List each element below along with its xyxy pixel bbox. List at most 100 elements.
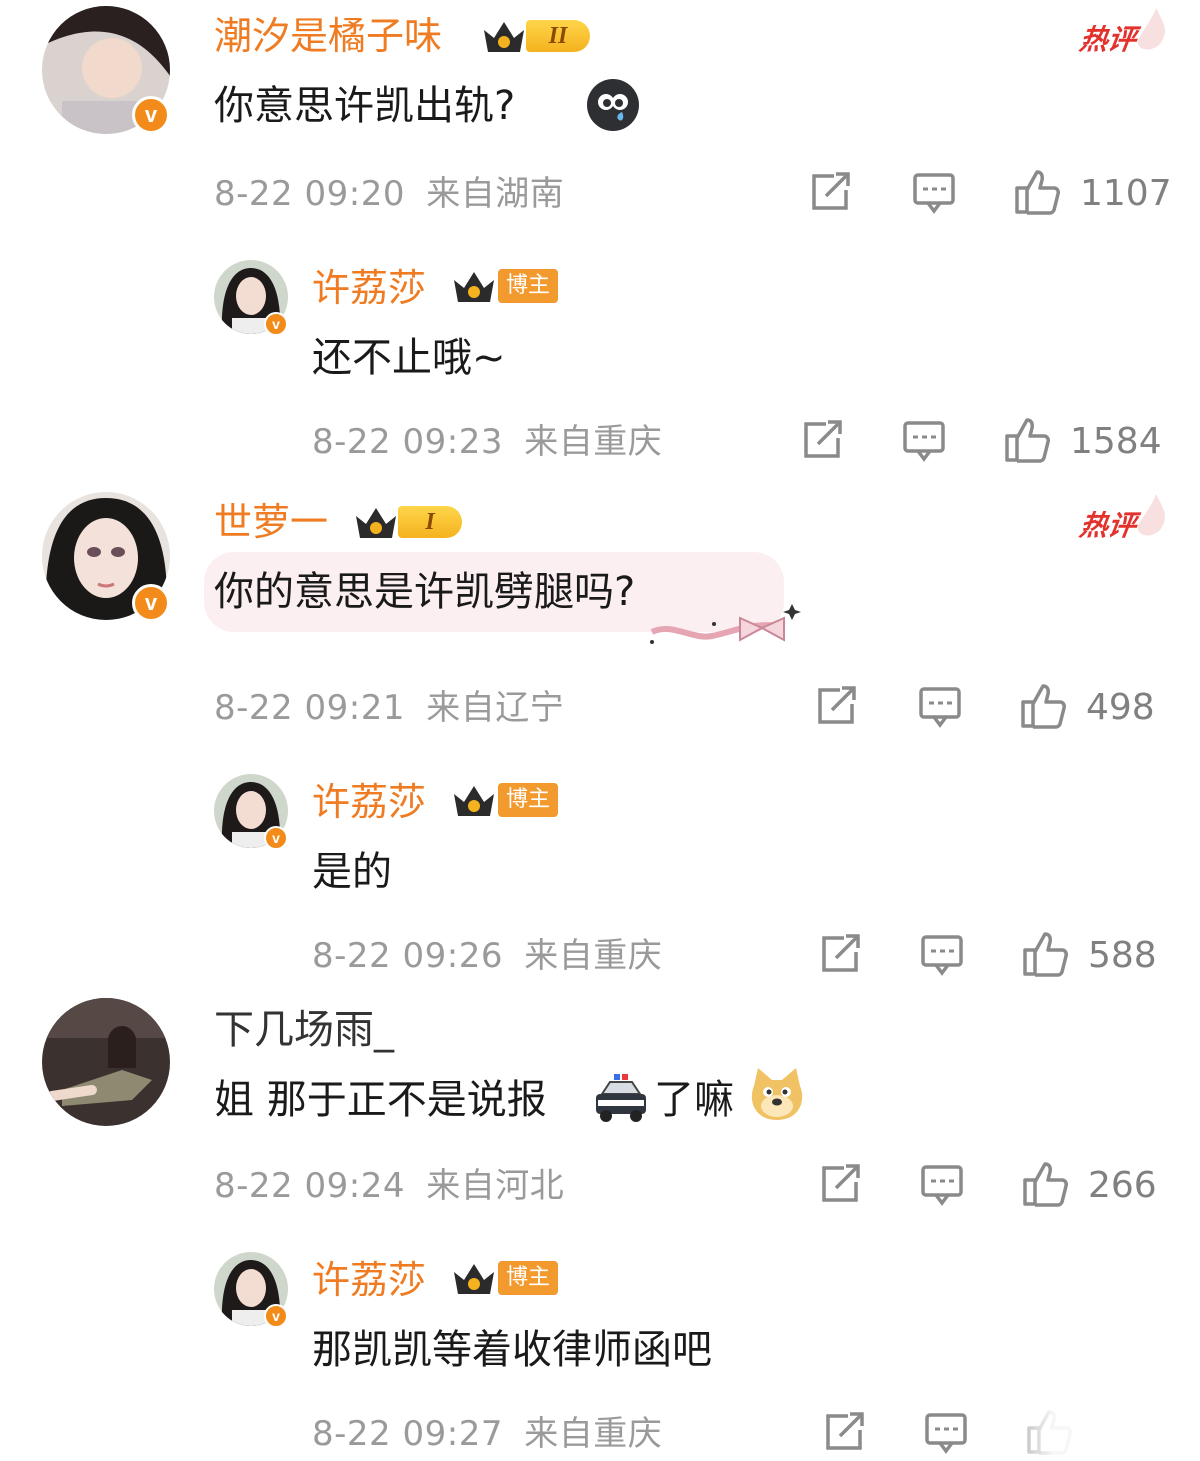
comment-text-part-b: 了嘛 bbox=[654, 1077, 734, 1123]
thumbs-up-icon bbox=[1005, 418, 1050, 463]
comment-username[interactable]: 潮汐是橘子味 bbox=[214, 14, 442, 58]
police-car-emoji-icon bbox=[592, 1070, 650, 1126]
blogger-badge-label: 博主 bbox=[498, 1261, 559, 1295]
watermark-overlay bbox=[990, 1408, 1200, 1461]
reply-button[interactable] bbox=[912, 172, 956, 216]
comment-icon bbox=[925, 1413, 967, 1454]
crown-icon bbox=[454, 1264, 494, 1294]
flame-icon bbox=[1137, 8, 1165, 50]
reply-text: 还不止哦~ bbox=[312, 335, 506, 381]
comment-location: 来自河北 bbox=[426, 1166, 565, 1206]
like-count: 588 bbox=[1088, 935, 1157, 976]
crown-icon bbox=[454, 272, 494, 302]
comment-text-part-a: 姐 那于正不是说报 bbox=[214, 1077, 547, 1123]
doge-emoji-icon bbox=[748, 1066, 806, 1124]
share-icon bbox=[822, 934, 860, 972]
flame-icon bbox=[1137, 494, 1165, 536]
reply-username[interactable]: 许荔莎 bbox=[312, 266, 426, 310]
thumbs-up-icon bbox=[1021, 684, 1066, 729]
reply-location: 来自重庆 bbox=[524, 936, 663, 976]
comment-icon bbox=[921, 935, 963, 976]
comment-username[interactable]: 世萝一 bbox=[214, 500, 328, 544]
like-button[interactable] bbox=[1020, 682, 1068, 730]
reply-button[interactable] bbox=[920, 934, 964, 978]
level-label: II bbox=[526, 20, 590, 52]
thumbs-up-icon bbox=[1023, 932, 1068, 977]
crying-face-emoji-icon bbox=[586, 78, 640, 132]
share-button[interactable] bbox=[808, 172, 852, 212]
share-icon bbox=[818, 686, 856, 724]
thumbs-up-icon bbox=[1015, 170, 1060, 215]
blogger-crown-badge: 博主 bbox=[450, 266, 570, 306]
verified-badge-icon: v bbox=[132, 96, 170, 134]
comment-time: 8-22 09:24 bbox=[214, 1166, 405, 1206]
verified-badge-icon: v bbox=[264, 312, 288, 336]
reply-text: 那凯凯等着收律师函吧 bbox=[312, 1327, 712, 1373]
reply-location: 来自重庆 bbox=[524, 422, 663, 462]
verified-badge-icon: v bbox=[132, 584, 170, 622]
hot-comment-badge: 热评 bbox=[1077, 494, 1183, 544]
share-button[interactable] bbox=[800, 420, 844, 460]
like-button[interactable] bbox=[1014, 168, 1062, 216]
like-count: 1107 bbox=[1080, 173, 1172, 214]
comment-icon bbox=[919, 687, 961, 728]
reply-time: 8-22 09:23 bbox=[312, 422, 503, 462]
like-button[interactable] bbox=[1022, 930, 1070, 978]
share-icon bbox=[822, 1164, 860, 1202]
comment-username[interactable]: 下几场雨_ bbox=[214, 1006, 394, 1054]
comment-meta: 8-22 09:24 来自河北 bbox=[214, 1166, 564, 1206]
comment-location: 来自辽宁 bbox=[426, 688, 565, 728]
reply-time: 8-22 09:27 bbox=[312, 1414, 503, 1454]
comment-meta: 8-22 09:20 来自湖南 bbox=[214, 174, 564, 214]
comment-text: 你的意思是许凯劈腿吗? bbox=[214, 569, 636, 615]
reply-username[interactable]: 许荔莎 bbox=[312, 780, 426, 824]
reply-button[interactable] bbox=[902, 420, 946, 464]
share-icon bbox=[812, 172, 850, 210]
comment-time: 8-22 09:21 bbox=[214, 688, 405, 728]
hot-label: 热评 bbox=[1077, 509, 1139, 542]
like-count: 1584 bbox=[1070, 421, 1162, 462]
verified-badge-icon: v bbox=[264, 826, 288, 850]
blogger-crown-badge: 博主 bbox=[450, 1258, 570, 1298]
share-button[interactable] bbox=[814, 686, 858, 726]
level-crown-badge: II bbox=[480, 16, 600, 56]
like-count: 498 bbox=[1086, 687, 1155, 728]
reply-button[interactable] bbox=[924, 1412, 968, 1456]
ribbon-decoration-icon bbox=[644, 598, 804, 654]
comment-text: 你意思许凯出轨? bbox=[214, 83, 516, 129]
verified-badge-icon: v bbox=[264, 1304, 288, 1328]
blogger-badge-label: 博主 bbox=[498, 783, 559, 817]
comment-icon bbox=[903, 421, 945, 462]
like-button[interactable] bbox=[1004, 416, 1052, 464]
share-button[interactable] bbox=[818, 934, 862, 974]
blogger-crown-badge: 博主 bbox=[450, 780, 570, 820]
blogger-badge-label: 博主 bbox=[498, 269, 559, 303]
like-count: 266 bbox=[1088, 1165, 1157, 1206]
reply-location: 来自重庆 bbox=[524, 1414, 663, 1454]
crown-icon bbox=[454, 786, 494, 816]
share-icon bbox=[826, 1412, 864, 1450]
comment-location: 来自湖南 bbox=[426, 174, 565, 214]
crown-icon bbox=[484, 22, 524, 52]
share-button[interactable] bbox=[822, 1412, 866, 1452]
reply-button[interactable] bbox=[918, 686, 962, 730]
share-button[interactable] bbox=[818, 1164, 862, 1204]
comment-icon bbox=[921, 1165, 963, 1206]
reply-button[interactable] bbox=[920, 1164, 964, 1208]
hot-comment-badge: 热评 bbox=[1077, 8, 1183, 58]
share-icon bbox=[804, 420, 842, 458]
avatar-xiajichangyu[interactable] bbox=[42, 998, 170, 1126]
level-label: I bbox=[398, 506, 462, 538]
comment-time: 8-22 09:20 bbox=[214, 174, 405, 214]
thumbs-up-icon bbox=[1023, 1162, 1068, 1207]
reply-text: 是的 bbox=[312, 849, 392, 895]
level-crown-badge: I bbox=[352, 502, 472, 542]
reply-meta: 8-22 09:26 来自重庆 bbox=[312, 936, 662, 976]
reply-meta: 8-22 09:23 来自重庆 bbox=[312, 422, 662, 462]
reply-username[interactable]: 许荔莎 bbox=[312, 1258, 426, 1302]
comment-meta: 8-22 09:21 来自辽宁 bbox=[214, 688, 564, 728]
reply-time: 8-22 09:26 bbox=[312, 936, 503, 976]
like-button[interactable] bbox=[1022, 1160, 1070, 1208]
comment-icon bbox=[913, 173, 955, 214]
crown-icon bbox=[356, 508, 396, 538]
